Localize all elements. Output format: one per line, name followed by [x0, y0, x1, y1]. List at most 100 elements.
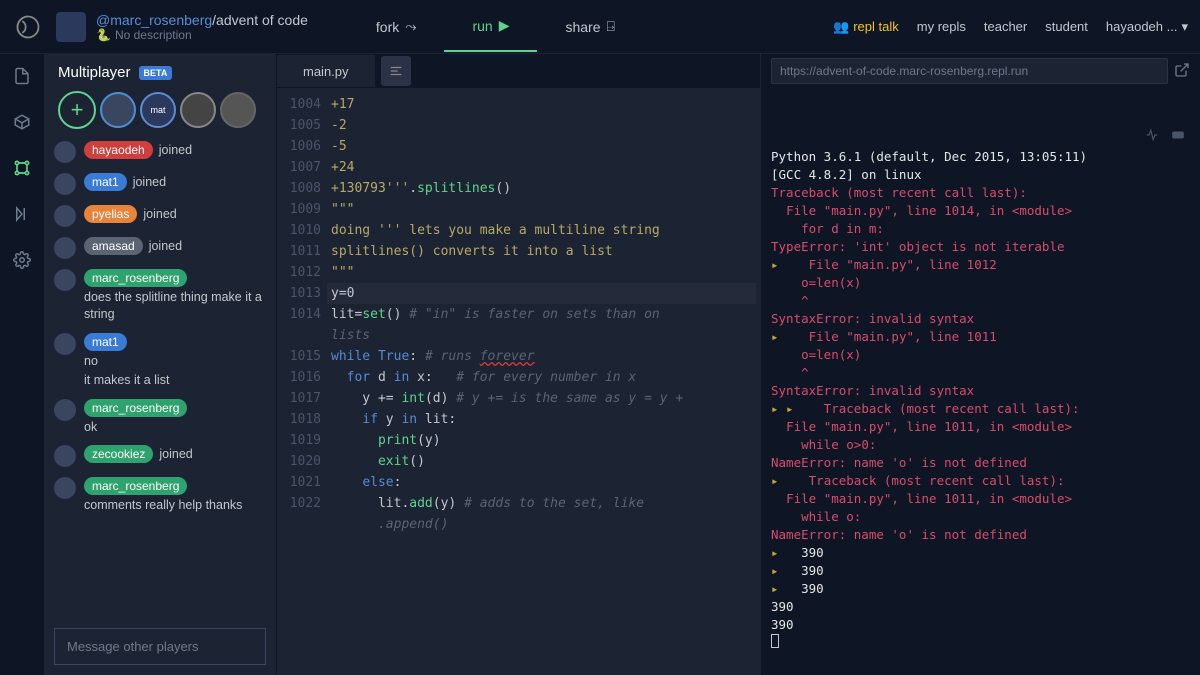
- feed-item: mat1noit makes it a list: [54, 333, 266, 389]
- code-area[interactable]: 1004100510061007100810091010101110121013…: [277, 88, 760, 675]
- multiplayer-icon[interactable]: [10, 156, 34, 180]
- feed-avatar: [54, 269, 76, 291]
- user-pill[interactable]: marc_rosenberg: [84, 269, 187, 287]
- fork-icon: ⤳: [405, 18, 416, 35]
- beta-badge: BETA: [139, 66, 173, 80]
- repl-talk-link[interactable]: 👥repl talk: [833, 19, 899, 35]
- term-line: ▸ 390: [771, 544, 1190, 562]
- student-link[interactable]: student: [1045, 19, 1088, 34]
- feed-item: pyelias joined: [54, 205, 266, 227]
- term-line: 390: [771, 598, 1190, 616]
- user-avatar[interactable]: [100, 92, 136, 128]
- term-line: ▸ File "main.py", line 1011: [771, 328, 1190, 346]
- indent-toggle[interactable]: [381, 56, 411, 86]
- settings-icon[interactable]: [10, 248, 34, 272]
- multiplayer-header: Multiplayer BETA: [54, 64, 266, 81]
- header-right: 👥repl talk my repls teacher student haya…: [833, 19, 1188, 35]
- term-line: TypeError: 'int' object is not iterable: [771, 238, 1190, 256]
- repl-description: 🐍 No description: [96, 28, 308, 42]
- share-icon: ⍈: [607, 18, 615, 35]
- packages-icon[interactable]: [10, 110, 34, 134]
- joined-label: joined: [149, 239, 182, 253]
- term-line: ▸ File "main.py", line 1012: [771, 256, 1190, 274]
- fork-button[interactable]: fork ⤳: [348, 1, 445, 52]
- expand-icon[interactable]: [1144, 128, 1160, 147]
- owner-avatar[interactable]: [56, 12, 86, 42]
- feed-item: mat1 joined: [54, 173, 266, 195]
- user-pill[interactable]: mat1: [84, 333, 127, 351]
- feed-message: does the splitline thing make it a strin…: [84, 289, 266, 323]
- feed-avatar: [54, 141, 76, 163]
- term-line: while o>0:: [771, 436, 1190, 454]
- user-pill[interactable]: marc_rosenberg: [84, 477, 187, 495]
- user-avatar[interactable]: [220, 92, 256, 128]
- url-input[interactable]: [771, 58, 1168, 84]
- header-actions: fork ⤳ run ▶ share ⍈: [348, 1, 643, 52]
- user-pill[interactable]: pyelias: [84, 205, 137, 223]
- term-line: ▸ 390: [771, 580, 1190, 598]
- term-line: SyntaxError: invalid syntax: [771, 382, 1190, 400]
- term-line: NameError: name 'o' is not defined: [771, 526, 1190, 544]
- feed-item: marc_rosenbergdoes the splitline thing m…: [54, 269, 266, 323]
- term-line: ▸ ▸ Traceback (most recent call last):: [771, 400, 1190, 418]
- feed-message: comments really help thanks: [84, 497, 242, 514]
- user-avatar[interactable]: [180, 92, 216, 128]
- term-line: File "main.py", line 1011, in <module>: [771, 418, 1190, 436]
- editor-tabs: main.py: [277, 54, 760, 88]
- terminal-controls: [1144, 128, 1188, 147]
- my-repls-link[interactable]: my repls: [917, 19, 966, 34]
- url-bar: [761, 54, 1200, 88]
- message-input[interactable]: Message other players: [54, 628, 266, 665]
- user-menu[interactable]: hayaodeh ... ▾: [1106, 19, 1188, 35]
- teacher-link[interactable]: teacher: [984, 19, 1027, 34]
- people-icon: 👥: [833, 19, 849, 35]
- python-icon: 🐍: [96, 28, 111, 42]
- feed-avatar: [54, 237, 76, 259]
- term-line: 390: [771, 616, 1190, 634]
- add-user-button[interactable]: +: [58, 91, 96, 129]
- user-avatar[interactable]: mat: [140, 92, 176, 128]
- feed-avatar: [54, 445, 76, 467]
- feed-item: marc_rosenberg comments really help thank…: [54, 477, 266, 514]
- open-external-icon[interactable]: [1174, 62, 1190, 81]
- term-line: SyntaxError: invalid syntax: [771, 310, 1190, 328]
- debugger-icon[interactable]: [10, 202, 34, 226]
- term-line: o=len(x): [771, 274, 1190, 292]
- user-pill[interactable]: zecookiez: [84, 445, 153, 463]
- feed-item: zecookiezjoined: [54, 445, 266, 467]
- terminal-output[interactable]: Python 3.6.1 (default, Dec 2015, 13:05:1…: [761, 88, 1200, 675]
- term-line: ▸ 390: [771, 562, 1190, 580]
- feed-avatar: [54, 173, 76, 195]
- joined-label: joined: [159, 143, 192, 157]
- term-line: Traceback (most recent call last):: [771, 184, 1190, 202]
- joined-label: joined: [133, 175, 166, 189]
- feed-item: marc_rosenbergok: [54, 399, 266, 436]
- owner-link[interactable]: @marc_rosenberg: [96, 12, 212, 28]
- feed-avatar: [54, 333, 76, 355]
- console-panel: Python 3.6.1 (default, Dec 2015, 13:05:1…: [760, 54, 1200, 675]
- replit-logo[interactable]: [12, 11, 44, 43]
- file-tab[interactable]: main.py: [277, 55, 375, 87]
- user-pill[interactable]: amasad: [84, 237, 143, 255]
- user-pill[interactable]: marc_rosenberg: [84, 399, 187, 417]
- term-line: File "main.py", line 1011, in <module>: [771, 490, 1190, 508]
- code-content[interactable]: +17-2-5+24+130793'''.splitlines()"""doin…: [331, 88, 760, 675]
- term-line: ^: [771, 292, 1190, 310]
- user-pill[interactable]: mat1: [84, 173, 127, 191]
- term-line: [GCC 4.8.2] on linux: [771, 166, 1190, 184]
- chevron-down-icon: ▾: [1181, 19, 1188, 35]
- share-button[interactable]: share ⍈: [537, 1, 642, 52]
- feed-item: amasad joined: [54, 237, 266, 259]
- avatars-row: + mat: [54, 91, 266, 129]
- term-line: ^: [771, 364, 1190, 382]
- term-line: for d in m:: [771, 220, 1190, 238]
- files-icon[interactable]: [10, 64, 34, 88]
- main: Multiplayer BETA + mat hayaodehjoinedmat…: [0, 54, 1200, 675]
- feed-avatar: [54, 205, 76, 227]
- run-button[interactable]: run ▶: [444, 1, 537, 52]
- joined-label: joined: [143, 207, 176, 221]
- clear-icon[interactable]: [1168, 128, 1188, 147]
- repl-name-text: advent of code: [216, 12, 308, 28]
- multiplayer-panel: Multiplayer BETA + mat hayaodehjoinedmat…: [44, 54, 276, 675]
- user-pill[interactable]: hayaodeh: [84, 141, 153, 159]
